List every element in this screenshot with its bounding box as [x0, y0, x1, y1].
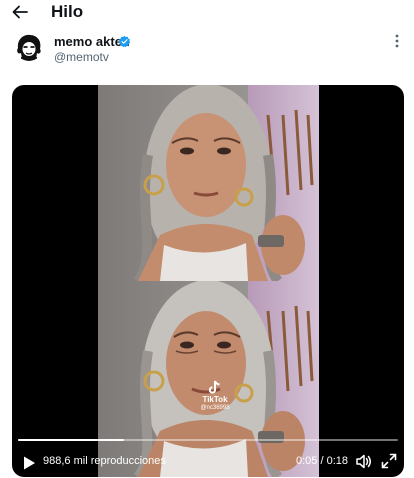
top-bar: Hilo — [0, 0, 414, 26]
progress-fill — [18, 439, 125, 441]
video-frame — [98, 85, 319, 477]
tiktok-watermark: TikTok @nc36998 — [195, 380, 235, 412]
video-still-top — [98, 85, 319, 281]
more-vertical-icon[interactable] — [389, 33, 405, 49]
avatar[interactable] — [15, 33, 43, 61]
video-time: 0:05 / 0:18 — [296, 455, 348, 467]
volume-icon[interactable] — [355, 453, 372, 470]
video-still-bottom — [98, 281, 319, 477]
page-title: Hilo — [51, 2, 84, 21]
tiktok-logo-icon — [208, 380, 220, 394]
watermark-user: @nc36998 — [200, 405, 230, 411]
video-player[interactable]: TikTok @nc36998 988,6 mil reproducciones… — [12, 85, 404, 477]
author-handle[interactable]: @memotv — [54, 50, 109, 64]
progress-bar[interactable] — [18, 438, 398, 442]
watermark-brand: TikTok — [202, 395, 228, 404]
view-count: 988,6 mil reproducciones — [43, 455, 166, 467]
fullscreen-icon[interactable] — [381, 453, 397, 469]
play-icon[interactable] — [22, 455, 36, 471]
arrow-left-icon[interactable] — [10, 2, 30, 22]
verified-badge-icon — [118, 35, 131, 48]
